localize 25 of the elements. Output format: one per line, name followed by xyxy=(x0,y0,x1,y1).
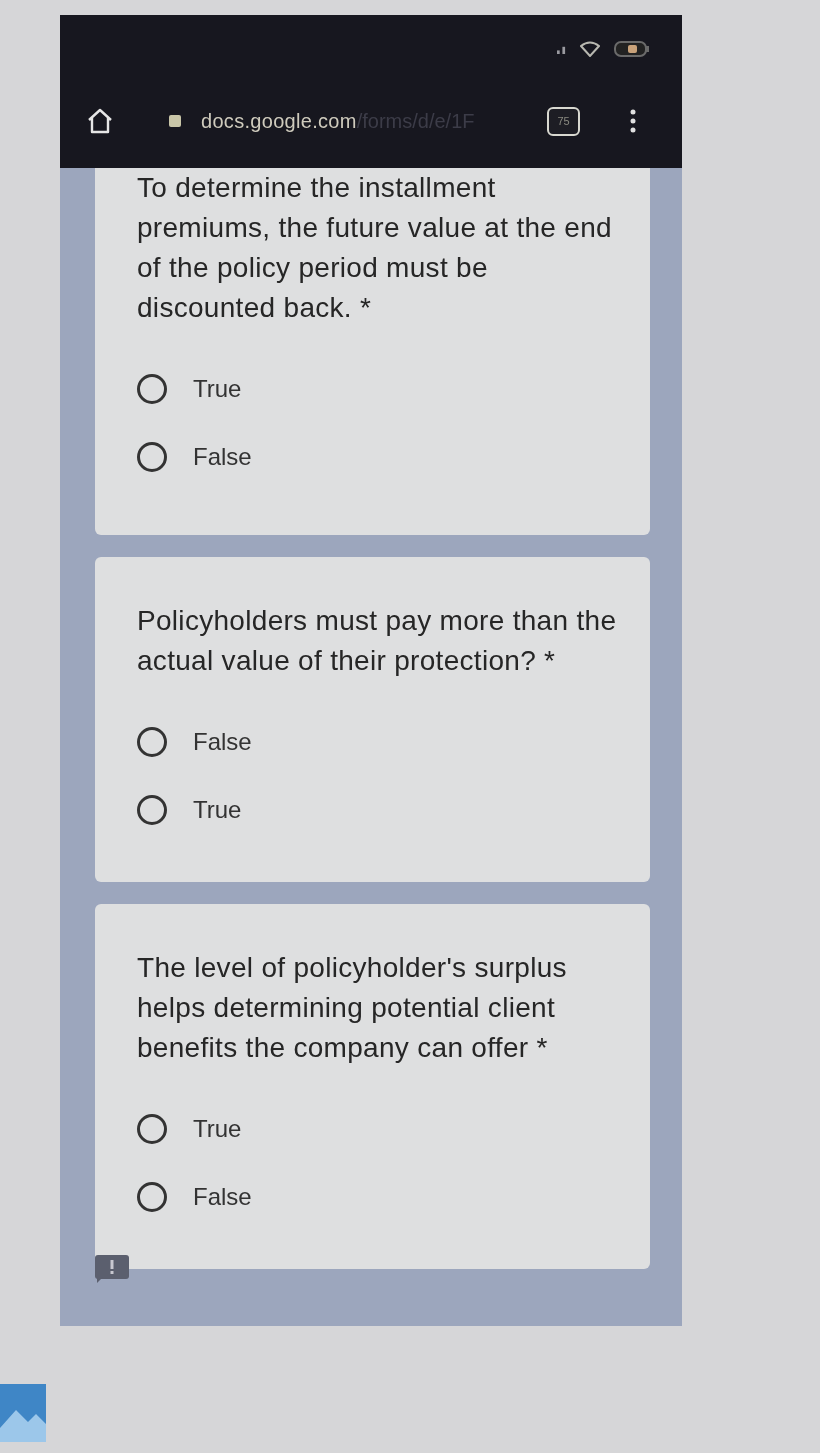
picture-icon xyxy=(0,1384,46,1442)
question-title: The level of policyholder's surplus helps determining potential client benefits the company can offer * xyxy=(137,951,568,1065)
option-label[interactable]: False xyxy=(193,728,252,756)
option-label[interactable]: True xyxy=(193,1115,242,1143)
radio-button[interactable] xyxy=(137,1114,167,1144)
option-label[interactable]: True xyxy=(193,796,242,824)
tab-switcher-button[interactable]: 75 xyxy=(547,106,580,136)
url-host[interactable]: docs.google.com xyxy=(201,109,357,133)
radio-button[interactable] xyxy=(137,727,167,757)
option-label[interactable]: False xyxy=(193,443,252,471)
option-label[interactable]: True xyxy=(193,375,242,403)
more-menu-icon[interactable] xyxy=(630,109,636,133)
signal-icon xyxy=(557,44,566,54)
radio-button[interactable] xyxy=(137,795,167,825)
question-title: Policyholders must pay more than the actual value of their protection? * xyxy=(137,604,618,678)
home-icon[interactable] xyxy=(87,108,113,134)
radio-button[interactable] xyxy=(137,1182,167,1212)
option-label[interactable]: False xyxy=(193,1183,252,1211)
radio-button[interactable] xyxy=(137,374,167,404)
wifi-icon xyxy=(580,41,600,57)
question-title: To determine the installment premiums, the future value at the end of the policy period must be discounted back. * xyxy=(137,171,613,325)
alert-icon[interactable] xyxy=(95,1255,129,1283)
radio-button[interactable] xyxy=(137,442,167,472)
battery-icon xyxy=(614,41,650,57)
site-info-icon[interactable] xyxy=(169,115,181,127)
